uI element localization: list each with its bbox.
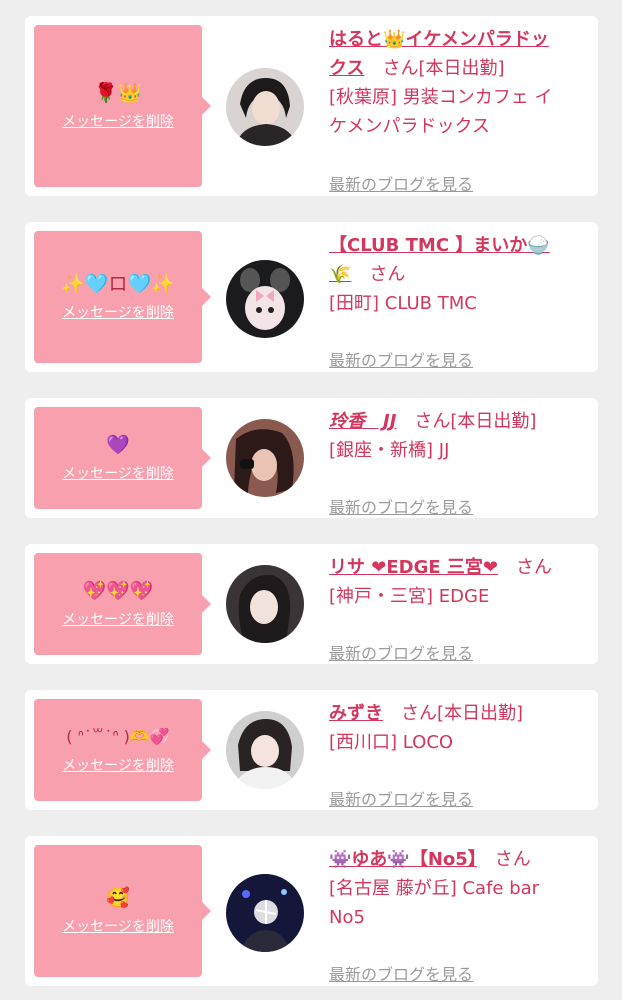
message-info: 【CLUB TMC 】まいか🍚 🌾 さん [田町] CLUB TMC 最新のブロ… [329, 231, 581, 370]
message-text: 🌹👑 [94, 82, 142, 104]
honorific: さん [494, 849, 531, 870]
shop-name: [名古屋 藤が丘] Cafe bar [329, 878, 540, 899]
latest-blog-link[interactable]: 最新のブログを見る [329, 786, 473, 810]
message-info: 玲香 JJ さん[本日出勤] [銀座・新橋] JJ 最新のブログを見る [329, 407, 581, 517]
message-info: 👾ゆあ👾【No5】 さん [名古屋 藤が丘] Cafe bar No5 最新のブ… [329, 845, 581, 984]
message-bubble: 💖💖💖 メッセージを削除 [34, 553, 211, 655]
honorific: さん [414, 411, 451, 432]
attendance-status: [本日出勤] [450, 411, 537, 432]
delete-message-link[interactable]: メッセージを削除 [62, 755, 174, 775]
message-text: 💜 [106, 434, 130, 456]
shop-name: [秋葉原] 男装コンカフェ イ [329, 87, 553, 108]
message-bubble: 🌹👑 メッセージを削除 [34, 25, 211, 187]
message-text: 🥰 [106, 887, 130, 909]
message-info: みずき さん[本日出勤] [西川口] LOCO 最新のブログを見る [329, 699, 581, 809]
avatar[interactable] [226, 565, 304, 643]
message-card: 🥰 メッセージを削除 👾ゆあ👾【No5】 さん [名古屋 藤が丘] Cafe b… [25, 836, 598, 986]
avatar[interactable] [226, 711, 304, 789]
message-card: 💖💖💖 メッセージを削除 リサ ❤EDGE 三宮❤ さん [神戸・三宮] EDG… [25, 544, 598, 664]
avatar[interactable] [226, 68, 304, 146]
sender-name-link-cont[interactable]: クス [329, 58, 364, 79]
message-bubble: ✨🩵ロ🩵✨ メッセージを削除 [34, 231, 211, 363]
shop-name-cont: No5 [329, 907, 365, 928]
delete-message-link[interactable]: メッセージを削除 [62, 609, 174, 629]
sender-name-link-cont[interactable]: 🌾 [329, 264, 351, 285]
message-text: ✨🩵ロ🩵✨ [61, 273, 175, 295]
message-text: ( ᐢ˙꒳˙ᐢ )🫶💞 [66, 727, 170, 746]
shop-name: [田町] CLUB TMC [329, 293, 477, 314]
sender-name-link[interactable]: みずき [329, 703, 383, 724]
delete-message-link[interactable]: メッセージを削除 [62, 302, 174, 322]
latest-blog-link[interactable]: 最新のブログを見る [329, 347, 473, 371]
honorific: さん [382, 58, 419, 79]
latest-blog-link[interactable]: 最新のブログを見る [329, 640, 473, 664]
message-card: ( ᐢ˙꒳˙ᐢ )🫶💞 メッセージを削除 みずき さん[本日出勤] [西川口] … [25, 690, 598, 810]
shop-name: [銀座・新橋] JJ [329, 440, 450, 461]
message-card: 🌹👑 メッセージを削除 はると👑イケメンパラドッ クス さん[本日出勤] [秋葉… [25, 16, 598, 196]
delete-message-link[interactable]: メッセージを削除 [62, 111, 174, 131]
message-card: 💜 メッセージを削除 玲香 JJ さん[本日出勤] [銀座・新橋] JJ 最新の… [25, 398, 598, 518]
message-info: はると👑イケメンパラドッ クス さん[本日出勤] [秋葉原] 男装コンカフェ イ… [329, 25, 581, 194]
avatar[interactable] [226, 874, 304, 952]
sender-name-link[interactable]: 玲香 JJ [329, 411, 396, 432]
message-bubble: ( ᐢ˙꒳˙ᐢ )🫶💞 メッセージを削除 [34, 699, 211, 801]
avatar[interactable] [226, 260, 304, 338]
latest-blog-link[interactable]: 最新のブログを見る [329, 961, 473, 985]
latest-blog-link[interactable]: 最新のブログを見る [329, 494, 473, 518]
message-card: ✨🩵ロ🩵✨ メッセージを削除 【CLUB TMC 】まいか🍚 🌾 さん [田町]… [25, 222, 598, 372]
message-bubble: 💜 メッセージを削除 [34, 407, 211, 509]
honorific: さん [401, 703, 437, 724]
message-info: リサ ❤EDGE 三宮❤ さん [神戸・三宮] EDGE 最新のブログを見る [329, 553, 581, 663]
honorific: さん [516, 557, 553, 578]
delete-message-link[interactable]: メッセージを削除 [62, 463, 174, 483]
message-bubble: 🥰 メッセージを削除 [34, 845, 211, 977]
sender-name-link[interactable]: リサ ❤EDGE 三宮❤ [329, 557, 498, 578]
shop-name: [神戸・三宮] EDGE [329, 586, 490, 607]
message-text: 💖💖💖 [82, 580, 154, 602]
honorific: さん [369, 264, 406, 285]
sender-name-link[interactable]: はると👑イケメンパラドッ [329, 29, 549, 50]
attendance-status: [本日出勤] [418, 58, 505, 79]
shop-name: [西川口] LOCO [329, 732, 454, 753]
sender-name-link[interactable]: 【CLUB TMC 】まいか🍚 [329, 235, 550, 256]
shop-name-cont: ケメンパラドックス [329, 116, 490, 137]
sender-name-link[interactable]: 👾ゆあ👾【No5】 [329, 849, 477, 870]
latest-blog-link[interactable]: 最新のブログを見る [329, 171, 473, 195]
delete-message-link[interactable]: メッセージを削除 [62, 916, 174, 936]
attendance-status: [本日出勤] [437, 703, 524, 724]
avatar[interactable] [226, 419, 304, 497]
